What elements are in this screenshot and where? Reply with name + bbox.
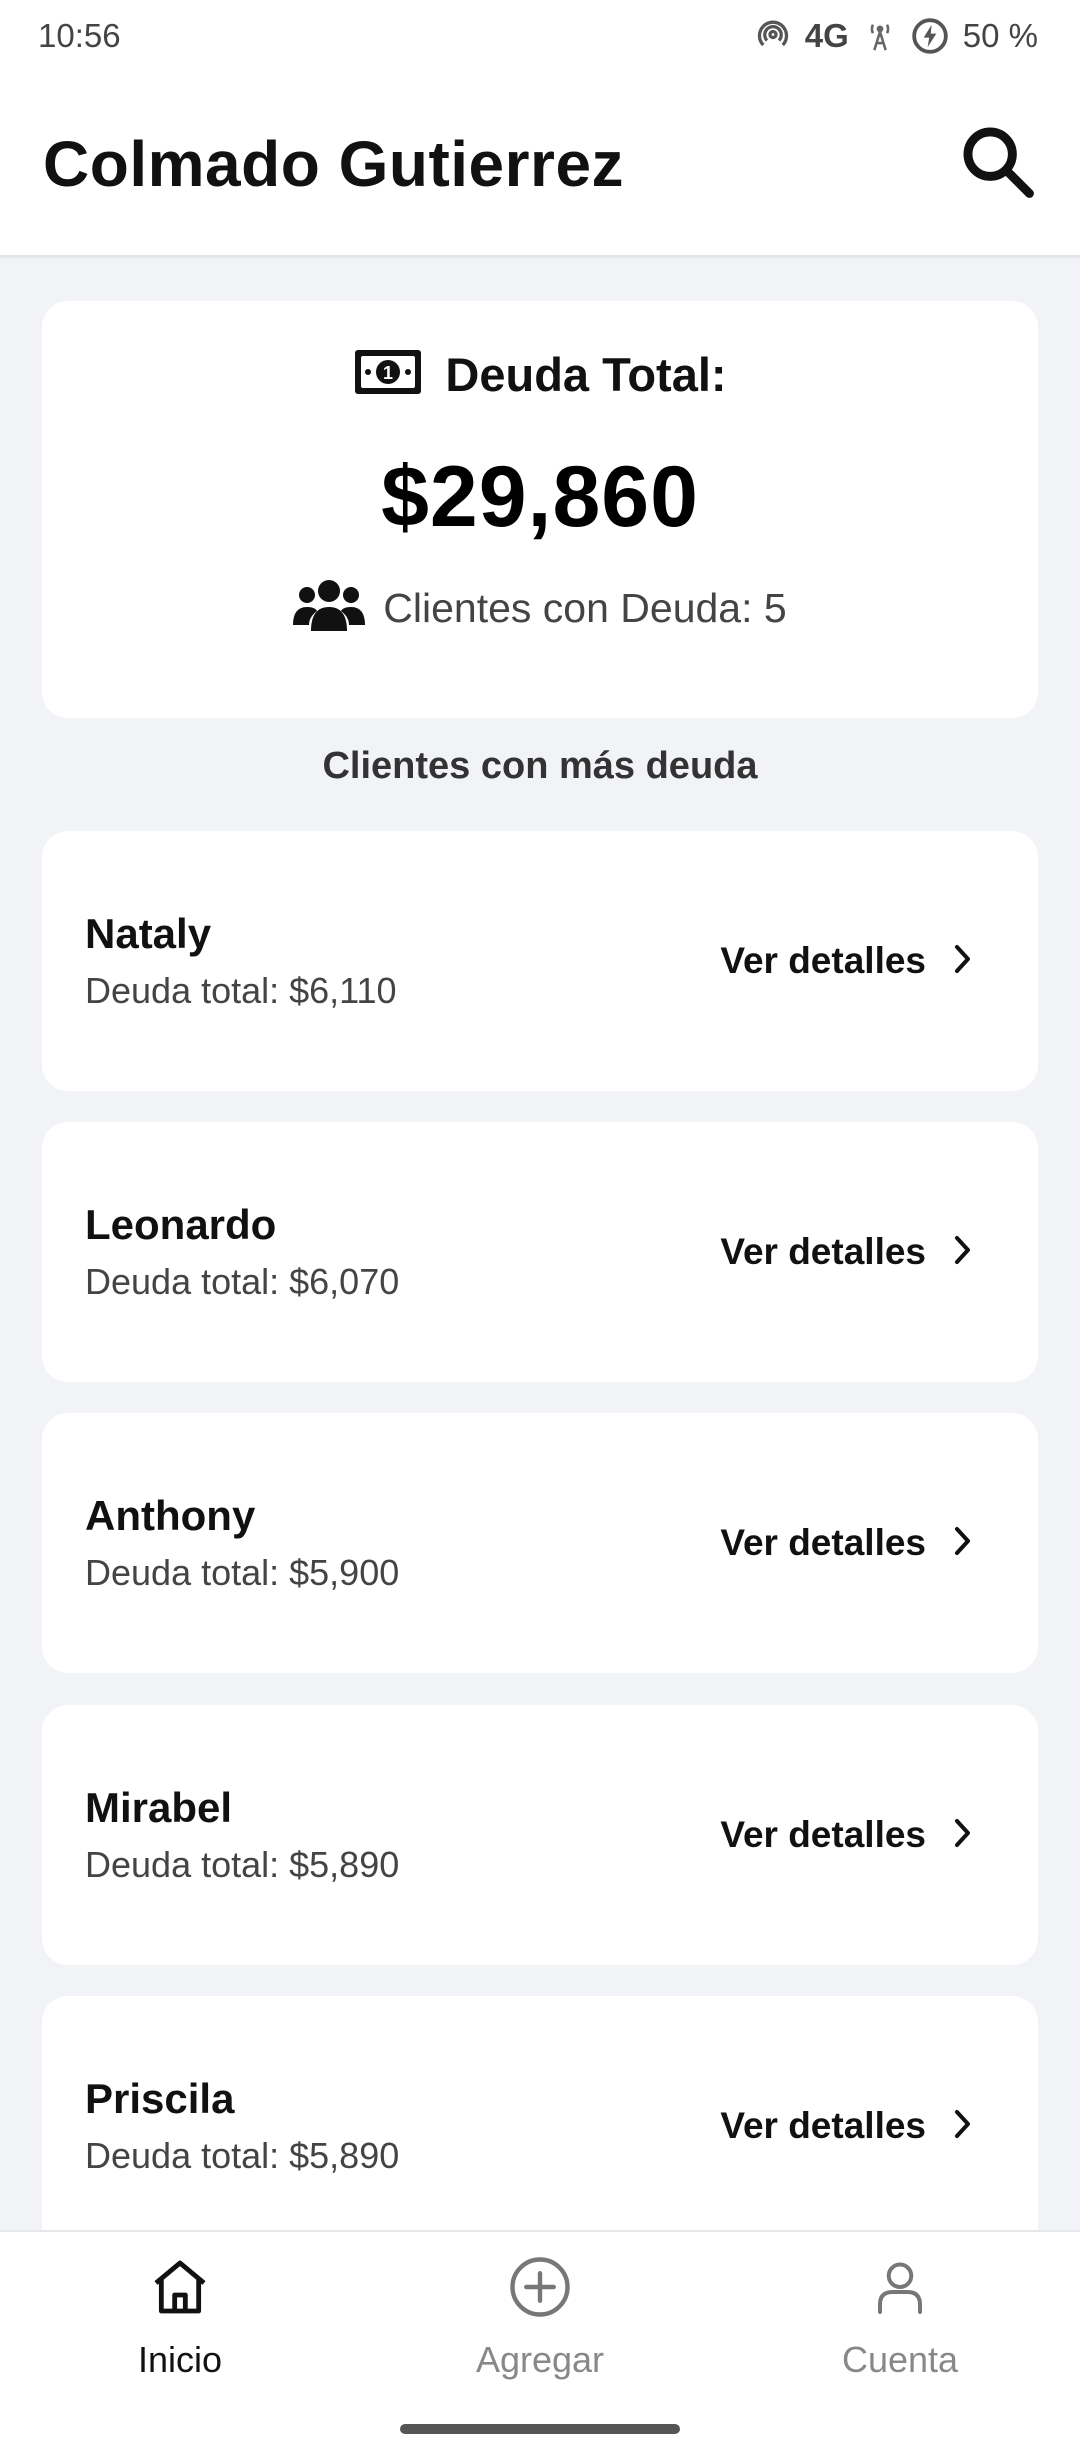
client-debt: Deuda total: $5,900 bbox=[85, 1552, 400, 1593]
client-info: Nataly Deuda total: $6,110 bbox=[85, 910, 397, 1012]
client-name: Nataly bbox=[85, 910, 212, 957]
total-debt-label: Deuda Total: bbox=[445, 348, 727, 401]
chevron-right-icon bbox=[952, 1816, 974, 1855]
plus-circle-icon bbox=[507, 2254, 573, 2325]
client-card[interactable]: Mirabel Deuda total: $5,890 Ver detalles bbox=[42, 1705, 1038, 1965]
search-icon bbox=[956, 120, 1038, 207]
home-icon bbox=[148, 2254, 212, 2325]
hotspot-icon bbox=[755, 18, 791, 54]
search-button[interactable] bbox=[952, 119, 1042, 209]
client-info: Priscila Deuda total: $5,890 bbox=[85, 2075, 399, 2177]
network-type: 4G bbox=[804, 17, 849, 54]
nav-item-inicio[interactable]: Inicio bbox=[30, 2254, 330, 2381]
total-debt-card: 1 Deuda Total: $29,860 Clientes con Deud… bbox=[42, 301, 1038, 718]
clients-with-debt-row: Clientes con Deuda: 5 bbox=[293, 573, 787, 644]
chevron-right-icon bbox=[952, 1524, 974, 1563]
person-icon bbox=[870, 2254, 930, 2325]
client-info: Anthony Deuda total: $5,900 bbox=[85, 1492, 399, 1594]
client-debt: Deuda total: $5,890 bbox=[85, 2135, 400, 2176]
client-info: Leonardo Deuda total: $6,070 bbox=[85, 1201, 399, 1303]
chevron-right-icon bbox=[952, 942, 974, 981]
client-card[interactable]: Anthony Deuda total: $5,900 Ver detalles bbox=[42, 1413, 1038, 1673]
app-screen: 10:56 4G 50 % Colmado Gutierrez 1 Deuda … bbox=[0, 0, 1080, 2460]
signal-tower-icon bbox=[863, 18, 897, 54]
client-info: Mirabel Deuda total: $5,890 bbox=[85, 1784, 399, 1886]
nav-label: Inicio bbox=[137, 2339, 223, 2380]
client-card[interactable]: Priscila Deuda total: $5,890 Ver detalle… bbox=[42, 1996, 1038, 2256]
users-icon bbox=[293, 573, 366, 644]
nav-item-cuenta[interactable]: Cuenta bbox=[750, 2254, 1050, 2381]
battery-level: 50 % bbox=[962, 17, 1038, 54]
client-card[interactable]: Nataly Deuda total: $6,110 Ver detalles bbox=[42, 831, 1038, 1091]
view-details-button[interactable]: Ver detalles bbox=[720, 1814, 974, 1856]
status-icons: 4G 50 % bbox=[755, 17, 1038, 55]
total-debt-title-row: 1 Deuda Total: bbox=[353, 347, 727, 402]
clients-with-debt-count: Clientes con Deuda: 5 bbox=[383, 585, 787, 631]
status-bar: 10:56 4G 50 % bbox=[0, 0, 1080, 72]
battery-saver-icon bbox=[911, 17, 949, 55]
client-debt: Deuda total: $6,110 bbox=[85, 970, 397, 1011]
nav-label: Agregar bbox=[475, 2339, 605, 2380]
view-details-label: Ver detalles bbox=[720, 1231, 926, 1272]
view-details-button[interactable]: Ver detalles bbox=[720, 2105, 974, 2147]
app-header: Colmado Gutierrez bbox=[0, 72, 1080, 258]
view-details-button[interactable]: Ver detalles bbox=[720, 940, 974, 982]
status-time: 10:56 bbox=[38, 17, 121, 54]
money-bill-icon: 1 bbox=[353, 348, 423, 401]
client-debt: Deuda total: $6,070 bbox=[85, 1261, 400, 1302]
nav-item-agregar[interactable]: Agregar bbox=[390, 2254, 690, 2381]
view-details-button[interactable]: Ver detalles bbox=[720, 1522, 974, 1564]
page-title: Colmado Gutierrez bbox=[43, 127, 625, 200]
view-details-label: Ver detalles bbox=[720, 2105, 926, 2146]
nav-label: Cuenta bbox=[841, 2339, 959, 2380]
total-debt-amount: $29,860 bbox=[381, 449, 699, 545]
client-name: Mirabel bbox=[85, 1784, 233, 1831]
svg-text:1: 1 bbox=[383, 363, 393, 383]
view-details-label: Ver detalles bbox=[720, 1814, 926, 1855]
client-debt: Deuda total: $5,890 bbox=[85, 1844, 400, 1885]
client-name: Anthony bbox=[85, 1492, 256, 1539]
home-indicator[interactable] bbox=[400, 2424, 680, 2434]
client-name: Leonardo bbox=[85, 1201, 277, 1248]
view-details-label: Ver detalles bbox=[720, 940, 926, 981]
client-card[interactable]: Leonardo Deuda total: $6,070 Ver detalle… bbox=[42, 1122, 1038, 1382]
client-name: Priscila bbox=[85, 2075, 235, 2122]
section-title: Clientes con más deuda bbox=[322, 745, 758, 787]
view-details-button[interactable]: Ver detalles bbox=[720, 1231, 974, 1273]
view-details-label: Ver detalles bbox=[720, 1522, 926, 1563]
chevron-right-icon bbox=[952, 1233, 974, 1272]
chevron-right-icon bbox=[952, 2107, 974, 2146]
